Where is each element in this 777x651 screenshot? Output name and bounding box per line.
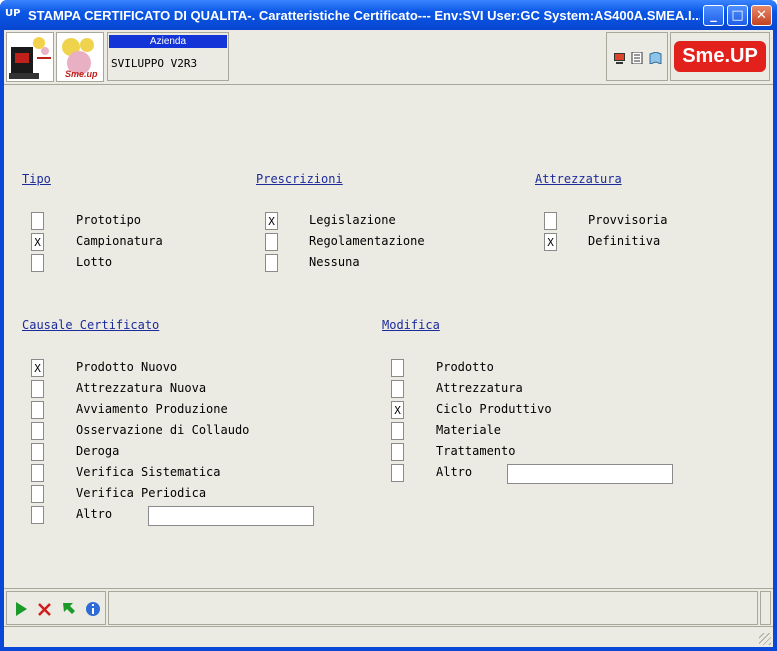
- label-modifica-altro: Altro: [436, 465, 473, 479]
- section-title-causale: Causale Certificato: [22, 318, 160, 332]
- checkbox-verifica-periodica[interactable]: [31, 485, 44, 503]
- resize-grip[interactable]: [759, 633, 771, 645]
- smeup-brand-logo: Sme.UP: [674, 41, 766, 72]
- close-button[interactable]: ✕: [751, 5, 772, 26]
- checkbox-definitiva[interactable]: X: [544, 233, 557, 251]
- checkbox-provvisoria[interactable]: [544, 212, 557, 230]
- azienda-label: Azienda: [109, 35, 227, 48]
- checkbox-causale-altro[interactable]: [31, 506, 44, 524]
- checkbox-tipo-prototipo[interactable]: [31, 212, 44, 230]
- header-toolbar: Sme.up Azienda SVILUPPO V2R3 Sme.UP: [4, 30, 773, 84]
- label-verifica-periodica: Verifica Periodica: [76, 486, 207, 500]
- checkbox-avviamento-produzione[interactable]: [31, 401, 44, 419]
- machine-icon: [9, 37, 51, 79]
- checkbox-deroga[interactable]: [31, 443, 44, 461]
- checkbox-prodotto-nuovo[interactable]: X: [31, 359, 44, 377]
- label-deroga: Deroga: [76, 444, 120, 458]
- label-prodotto-nuovo: Prodotto Nuovo: [76, 360, 178, 374]
- label-lotto: Lotto: [76, 255, 113, 269]
- cancel-x-icon[interactable]: [37, 601, 53, 617]
- azienda-panel: Azienda SVILUPPO V2R3: [107, 32, 229, 81]
- label-materiale: Materiale: [436, 423, 502, 437]
- brand-panel: Sme.UP: [670, 32, 770, 81]
- form-area: Tipo Prototipo X Campionatura Lotto Pres…: [4, 84, 773, 588]
- logo-text: Sme.up: [65, 69, 98, 79]
- label-regolamentazione: Regolamentazione: [309, 234, 425, 248]
- section-title-prescrizioni: Prescrizioni: [256, 172, 343, 186]
- checkbox-osservazione-collaudo[interactable]: [31, 422, 44, 440]
- checkbox-modifica-altro[interactable]: [391, 464, 404, 482]
- label-causale-altro: Altro: [76, 507, 113, 521]
- checkbox-legislazione[interactable]: X: [265, 212, 278, 230]
- checkbox-materiale[interactable]: [391, 422, 404, 440]
- checkbox-trattamento[interactable]: [391, 443, 404, 461]
- document-icon[interactable]: [631, 52, 644, 64]
- book-icon[interactable]: [649, 52, 662, 64]
- label-provvisoria: Provvisoria: [588, 213, 668, 227]
- info-icon[interactable]: [85, 601, 101, 617]
- checkbox-verifica-sistematica[interactable]: [31, 464, 44, 482]
- app-icon[interactable]: UP: [5, 6, 23, 22]
- machine-logo-button[interactable]: [6, 32, 54, 82]
- causale-altro-input[interactable]: [148, 506, 314, 526]
- checkbox-modifica-prodotto[interactable]: [391, 359, 404, 377]
- label-nessuna: Nessuna: [309, 255, 360, 269]
- maximize-button[interactable]: □: [727, 5, 748, 26]
- checkbox-attrezzatura-nuova[interactable]: [31, 380, 44, 398]
- label-definitiva: Definitiva: [588, 234, 661, 248]
- title-bar[interactable]: UP STAMPA CERTIFICATO DI QUALITA-. Carat…: [0, 0, 777, 30]
- gears-icon: Sme.up: [62, 38, 98, 79]
- label-legislazione: Legislazione: [309, 213, 396, 227]
- application-window: UP STAMPA CERTIFICATO DI QUALITA-. Carat…: [0, 0, 777, 651]
- label-ciclo-produttivo: Ciclo Produttivo: [436, 402, 552, 416]
- label-campionatura: Campionatura: [76, 234, 163, 248]
- label-verifica-sistematica: Verifica Sistematica: [76, 465, 221, 479]
- status-bar: [4, 626, 773, 647]
- label-osservazione-collaudo: Osservazione di Collaudo: [76, 423, 250, 437]
- modifica-altro-input[interactable]: [507, 464, 673, 484]
- checkbox-tipo-campionatura[interactable]: X: [31, 233, 44, 251]
- section-title-tipo: Tipo: [22, 172, 51, 186]
- label-modifica-attrezzatura: Attrezzatura: [436, 381, 523, 395]
- label-trattamento: Trattamento: [436, 444, 516, 458]
- checkbox-ciclo-produttivo[interactable]: X: [391, 401, 404, 419]
- back-arrow-icon[interactable]: [61, 601, 77, 617]
- checkbox-tipo-lotto[interactable]: [31, 254, 44, 272]
- label-modifica-prodotto: Prodotto: [436, 360, 494, 374]
- tool-icons-panel: [606, 32, 668, 81]
- message-area: [108, 591, 758, 625]
- minimize-button[interactable]: _: [703, 5, 724, 26]
- azienda-value: SVILUPPO V2R3: [111, 57, 198, 70]
- section-title-attrezzatura: Attrezzatura: [535, 172, 622, 186]
- window-title: STAMPA CERTIFICATO DI QUALITA-. Caratter…: [28, 8, 700, 23]
- label-attrezzatura-nuova: Attrezzatura Nuova: [76, 381, 207, 395]
- client-area: Sme.up Azienda SVILUPPO V2R3 Sme.UP Tipo…: [4, 30, 773, 647]
- confirm-play-icon[interactable]: [13, 601, 29, 617]
- label-avviamento-produzione: Avviamento Produzione: [76, 402, 228, 416]
- checkbox-regolamentazione[interactable]: [265, 233, 278, 251]
- label-prototipo: Prototipo: [76, 213, 142, 227]
- section-title-modifica: Modifica: [382, 318, 440, 332]
- command-bar: [4, 588, 773, 626]
- message-area-right: [760, 591, 771, 625]
- checkbox-modifica-attrezzatura[interactable]: [391, 380, 404, 398]
- smeup-logo-button[interactable]: Sme.up: [56, 32, 104, 82]
- monitor-icon[interactable]: [613, 52, 626, 64]
- checkbox-nessuna[interactable]: [265, 254, 278, 272]
- command-icons: [6, 591, 106, 625]
